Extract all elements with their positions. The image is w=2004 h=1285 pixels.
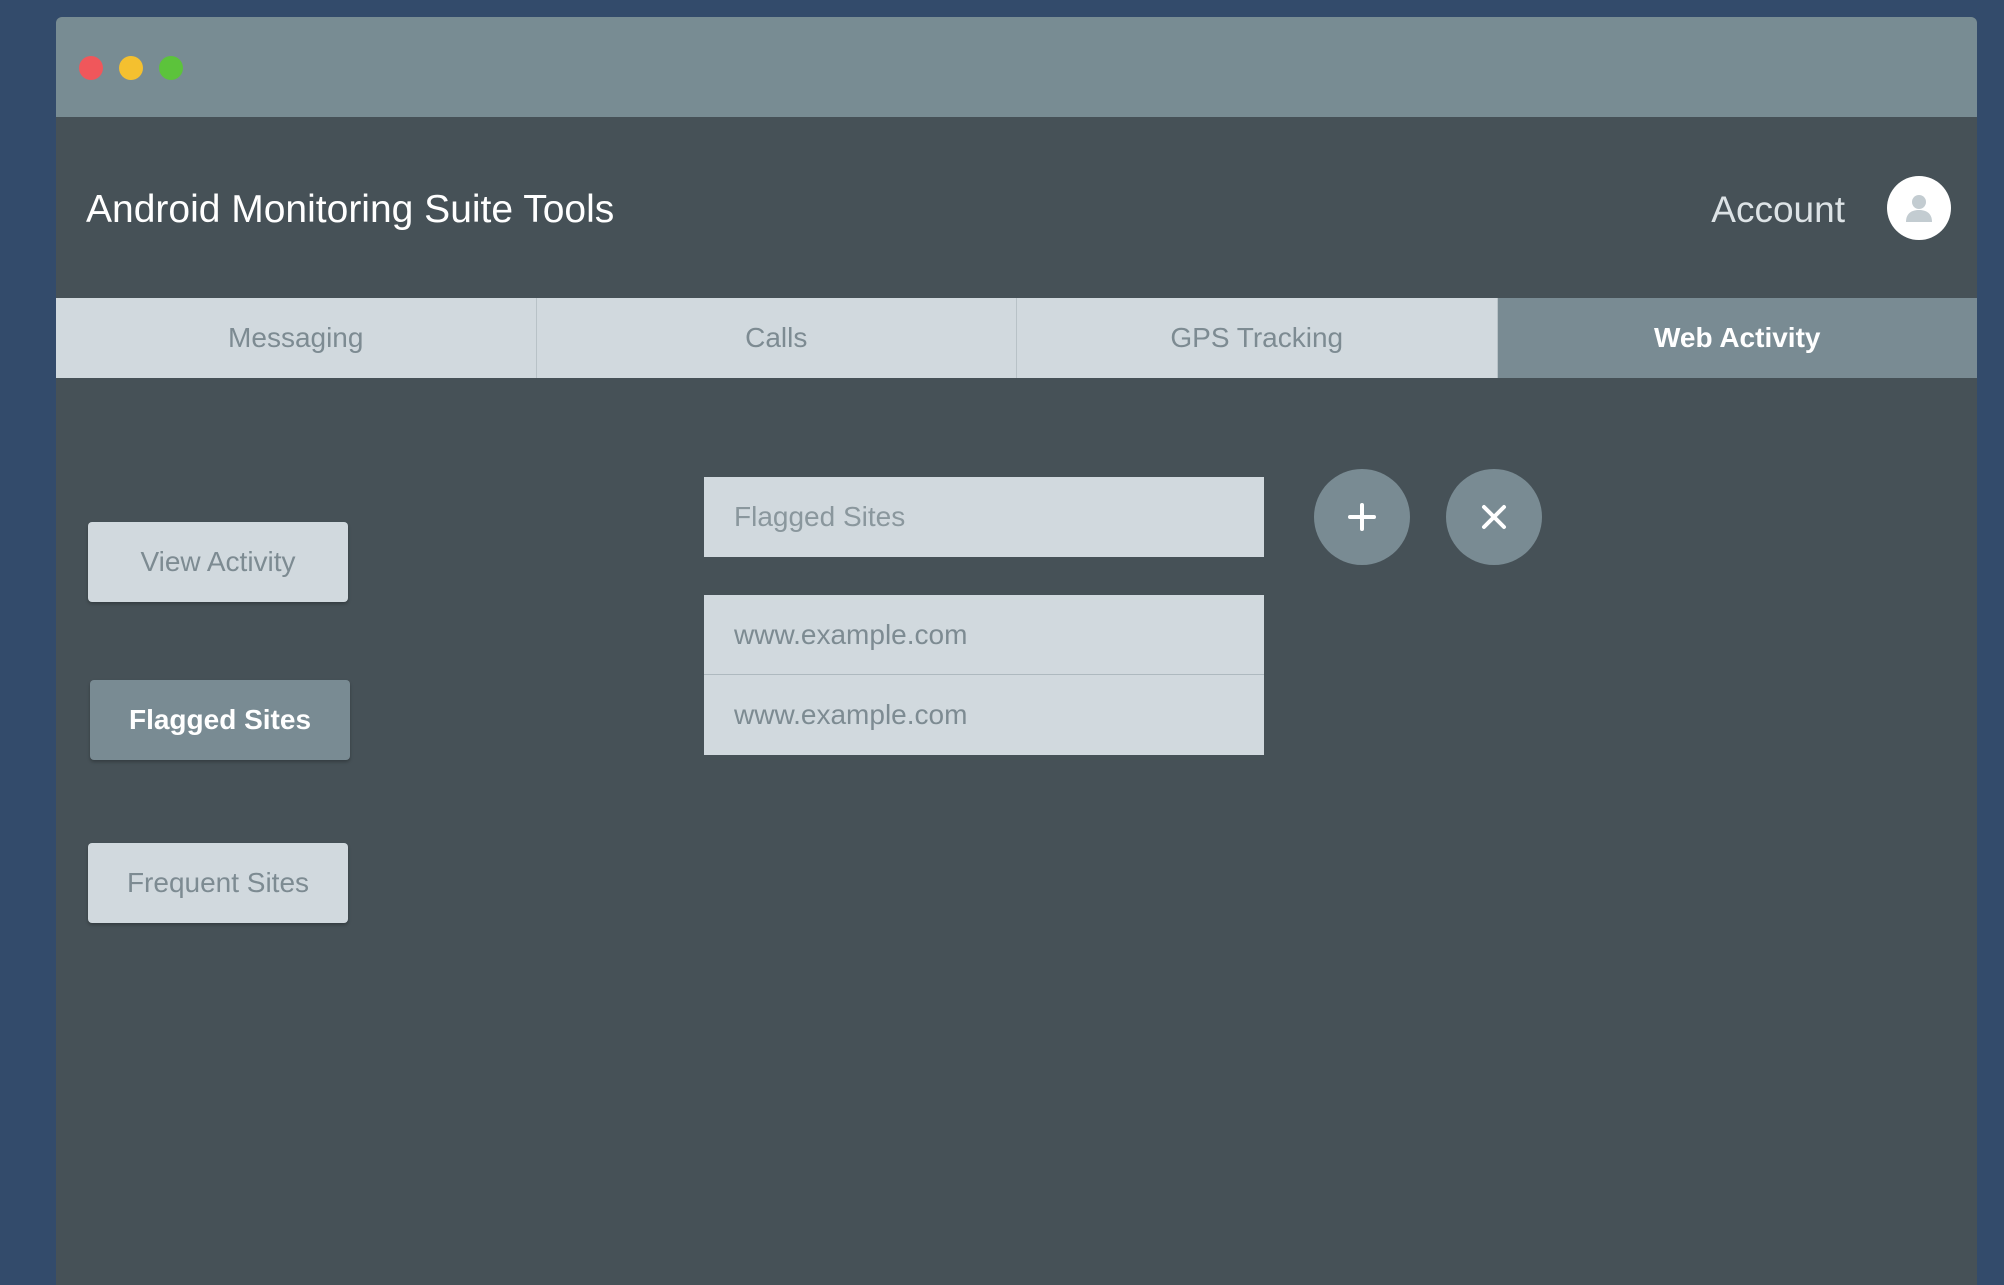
user-icon — [1906, 195, 1932, 222]
app-title: Android Monitoring Suite Tools — [86, 188, 615, 231]
flagged-sites-button[interactable]: Flagged Sites — [90, 680, 350, 760]
frequent-sites-button[interactable]: Frequent Sites — [88, 843, 348, 923]
flagged-site-item[interactable]: www.example.com — [704, 675, 1264, 755]
window-maximize-button[interactable] — [159, 56, 183, 80]
plus-icon — [1348, 503, 1376, 531]
window-minimize-button[interactable] — [119, 56, 143, 80]
flagged-site-input[interactable] — [704, 477, 1264, 557]
add-site-button[interactable] — [1314, 469, 1410, 565]
app-header: Android Monitoring Suite Tools Account — [56, 117, 1977, 315]
account-link[interactable]: Account — [1711, 187, 1845, 233]
flagged-site-item[interactable]: www.example.com — [704, 595, 1264, 675]
app-window: Android Monitoring Suite Tools Account M… — [56, 17, 1977, 1285]
tab-gps-tracking[interactable]: GPS Tracking — [1017, 298, 1498, 378]
main-tabs: Messaging Calls GPS Tracking Web Activit… — [56, 298, 1977, 378]
tab-web-activity[interactable]: Web Activity — [1497, 298, 1977, 378]
title-bar — [56, 17, 1977, 117]
avatar[interactable] — [1887, 176, 1951, 240]
close-icon — [1482, 505, 1506, 529]
view-activity-button[interactable]: View Activity — [88, 522, 348, 602]
window-close-button[interactable] — [79, 56, 103, 80]
remove-site-button[interactable] — [1446, 469, 1542, 565]
tab-calls[interactable]: Calls — [536, 298, 1017, 378]
tab-messaging[interactable]: Messaging — [56, 298, 537, 378]
